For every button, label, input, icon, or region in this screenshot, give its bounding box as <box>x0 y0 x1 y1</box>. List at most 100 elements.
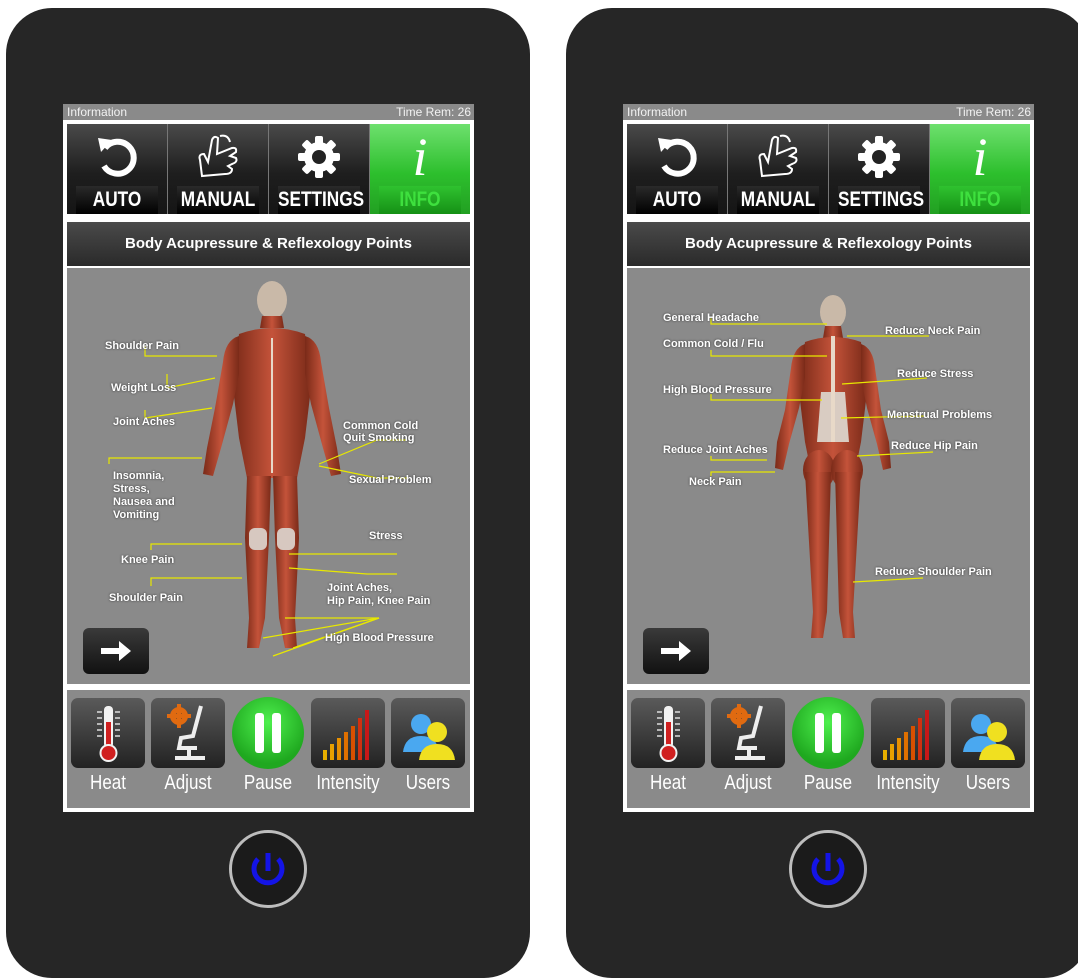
tab-label: MANUAL <box>737 186 819 214</box>
screen: Information Time Rem: 26 AUTO MANUAL SET… <box>623 104 1034 812</box>
intensity-bars-icon <box>883 710 929 760</box>
heat-button[interactable]: Heat <box>71 698 145 798</box>
point-label: Insomnia, <box>113 470 165 482</box>
tool-label: Adjust <box>724 772 772 794</box>
users-button[interactable]: Users <box>391 698 465 798</box>
pause-icon <box>255 713 281 753</box>
tool-label: Heat <box>650 772 686 794</box>
point-label: Reduce Neck Pain <box>885 325 981 337</box>
point-label: Stress <box>369 530 403 542</box>
power-button[interactable] <box>229 830 307 908</box>
point-label: High Blood Pressure <box>663 384 772 396</box>
point-label: Joint Aches, <box>327 582 392 594</box>
tool-label: Users <box>965 772 1011 794</box>
tab-label: AUTO <box>636 186 718 214</box>
adjust-button[interactable]: Adjust <box>151 698 225 798</box>
point-label: Shoulder Pain <box>105 340 179 352</box>
pause-icon <box>815 713 841 753</box>
point-label: Reduce Stress <box>897 368 974 380</box>
tab-label: INFO <box>379 186 461 214</box>
arrow-right-icon <box>101 641 131 661</box>
point-label: Quit Smoking <box>343 432 415 444</box>
acupressure-figure-panel: General Headache Reduce Neck Pain Common… <box>627 268 1030 684</box>
arrow-right-icon <box>661 641 691 661</box>
pause-button[interactable]: Pause <box>231 697 305 798</box>
users-icon <box>403 714 455 760</box>
power-button[interactable] <box>789 830 867 908</box>
chair-gear-icon <box>727 704 765 760</box>
hand-icon <box>728 130 828 184</box>
mode-tabs: AUTO MANUAL SETTINGS i INFO <box>627 124 1030 214</box>
tab-info[interactable]: i INFO <box>370 124 470 214</box>
point-label: Nausea and <box>113 496 175 508</box>
tab-manual[interactable]: MANUAL <box>728 124 829 214</box>
tab-label: SETTINGS <box>838 186 924 214</box>
tab-label: MANUAL <box>177 186 259 214</box>
device-front: Information Time Rem: 26 AUTO MANUAL SET… <box>6 8 530 978</box>
tab-settings[interactable]: SETTINGS <box>829 124 930 214</box>
point-label: Reduce Hip Pain <box>891 440 978 452</box>
point-label: Menstrual Problems <box>887 409 993 421</box>
refresh-icon <box>67 130 167 184</box>
acupressure-figure-panel: Shoulder Pain Weight Loss Joint Aches Co… <box>67 268 470 684</box>
heat-button[interactable]: Heat <box>631 698 705 798</box>
time-remaining: Time Rem: 26 <box>956 105 1031 119</box>
info-icon: i <box>412 127 428 187</box>
tool-label: Users <box>405 772 451 794</box>
screen: Information Time Rem: 26 AUTO MANUAL SET… <box>63 104 474 812</box>
status-bar: Information Time Rem: 26 <box>623 104 1034 120</box>
page-title: Body Acupressure & Reflexology Points <box>67 222 470 266</box>
point-label: Hip Pain, Knee Pain <box>327 595 431 607</box>
gear-icon <box>829 130 929 184</box>
point-label: Weight Loss <box>111 382 177 394</box>
info-icon: i <box>972 127 988 187</box>
intensity-bars-icon <box>323 710 369 760</box>
power-icon <box>811 853 845 886</box>
pause-button[interactable]: Pause <box>791 697 865 798</box>
next-button[interactable] <box>83 628 149 674</box>
point-label: Neck Pain <box>689 476 742 488</box>
tab-info[interactable]: i INFO <box>930 124 1030 214</box>
tool-label: Adjust <box>164 772 212 794</box>
thermometer-icon <box>97 706 120 762</box>
chair-gear-icon <box>167 704 205 760</box>
tool-label: Intensity <box>316 772 380 794</box>
device-back: Information Time Rem: 26 AUTO MANUAL SET… <box>566 8 1078 978</box>
point-label: High Blood Pressure <box>325 632 434 644</box>
users-button[interactable]: Users <box>951 698 1025 798</box>
users-icon <box>963 714 1015 760</box>
intensity-button[interactable]: Intensity <box>311 698 385 798</box>
point-label: Common Cold / Flu <box>663 338 764 350</box>
point-label: Vomiting <box>113 509 160 521</box>
point-label: Reduce Joint Aches <box>663 444 768 456</box>
tab-label: INFO <box>939 186 1021 214</box>
status-title: Information <box>67 105 128 119</box>
tab-label: SETTINGS <box>278 186 364 214</box>
tab-manual[interactable]: MANUAL <box>168 124 269 214</box>
thermometer-icon <box>657 706 680 762</box>
point-label: Reduce Shoulder Pain <box>875 566 992 578</box>
adjust-button[interactable]: Adjust <box>711 698 785 798</box>
tab-settings[interactable]: SETTINGS <box>269 124 370 214</box>
tool-label: Heat <box>90 772 126 794</box>
tool-label: Pause <box>803 772 853 794</box>
tab-auto[interactable]: AUTO <box>627 124 728 214</box>
gear-icon <box>269 130 369 184</box>
point-label: Sexual Problem <box>349 474 432 486</box>
tab-auto[interactable]: AUTO <box>67 124 168 214</box>
intensity-button[interactable]: Intensity <box>871 698 945 798</box>
point-label: General Headache <box>663 312 759 324</box>
point-label: Stress, <box>113 483 150 495</box>
next-button[interactable] <box>643 628 709 674</box>
point-label: Joint Aches <box>113 416 175 428</box>
page-title: Body Acupressure & Reflexology Points <box>627 222 1030 266</box>
status-bar: Information Time Rem: 26 <box>63 104 474 120</box>
bottom-toolbar: Heat Adjust Pause Intensity Users <box>627 690 1030 808</box>
tab-label: AUTO <box>76 186 158 214</box>
time-remaining: Time Rem: 26 <box>396 105 471 119</box>
tool-label: Intensity <box>876 772 940 794</box>
point-label: Knee Pain <box>121 554 175 566</box>
point-label: Shoulder Pain <box>109 592 183 604</box>
status-title: Information <box>627 105 688 119</box>
power-icon <box>251 853 285 886</box>
